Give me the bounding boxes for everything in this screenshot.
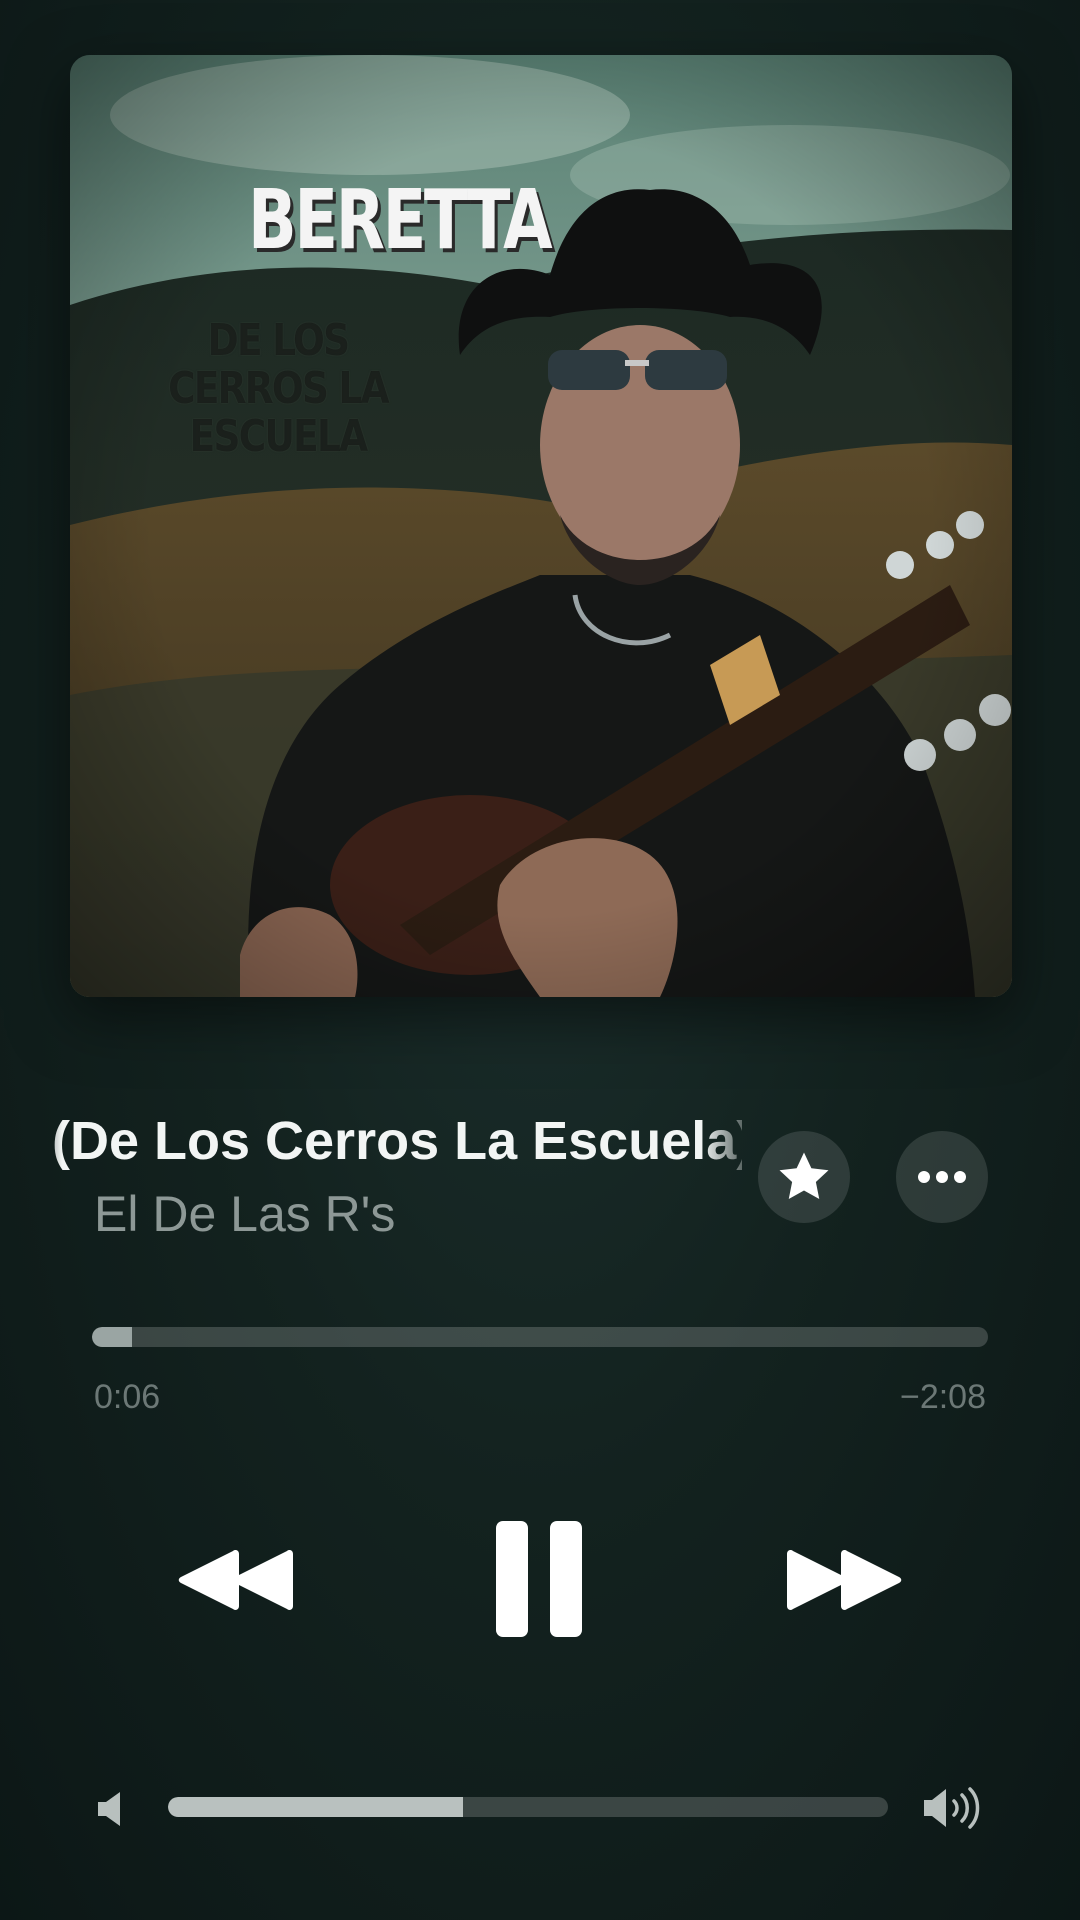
volume-level-fill: [168, 1797, 464, 1817]
volume-slider[interactable]: [168, 1797, 888, 1817]
more-options-button[interactable]: [896, 1131, 988, 1223]
rewind-icon: [178, 1550, 293, 1610]
playback-progress-fill: [92, 1327, 133, 1347]
playback-scrubber[interactable]: [92, 1327, 988, 1347]
album-artwork: BERETTA DE LOS CERROS LA ESCUELA: [70, 55, 1012, 997]
fast-forward-icon: [787, 1550, 902, 1610]
star-icon: [779, 1152, 829, 1199]
track-artist[interactable]: El De Las R's: [94, 1185, 395, 1243]
speaker-high-icon: [924, 1787, 980, 1829]
ellipsis-icon: [918, 1171, 966, 1183]
track-title[interactable]: (De Los Cerros La Escuela): [22, 1110, 742, 1180]
volume-low-icon: [96, 1790, 130, 1828]
pause-button[interactable]: [490, 1516, 590, 1642]
album-art-subtitle: DE LOS CERROS LA ESCUELA: [168, 315, 390, 462]
volume-high-icon: [922, 1786, 984, 1830]
fast-forward-button[interactable]: [780, 1535, 910, 1625]
favorite-button[interactable]: [758, 1131, 850, 1223]
remaining-time: −2:08: [899, 1378, 986, 1416]
elapsed-time: 0:06: [94, 1378, 161, 1416]
speaker-low-icon: [98, 1792, 120, 1826]
now-playing-screen: BERETTA DE LOS CERROS LA ESCUELA (De Los…: [0, 0, 1080, 1920]
album-art-title: BERETTA: [248, 173, 553, 268]
rewind-button[interactable]: [170, 1535, 300, 1625]
pause-icon: [496, 1521, 582, 1637]
